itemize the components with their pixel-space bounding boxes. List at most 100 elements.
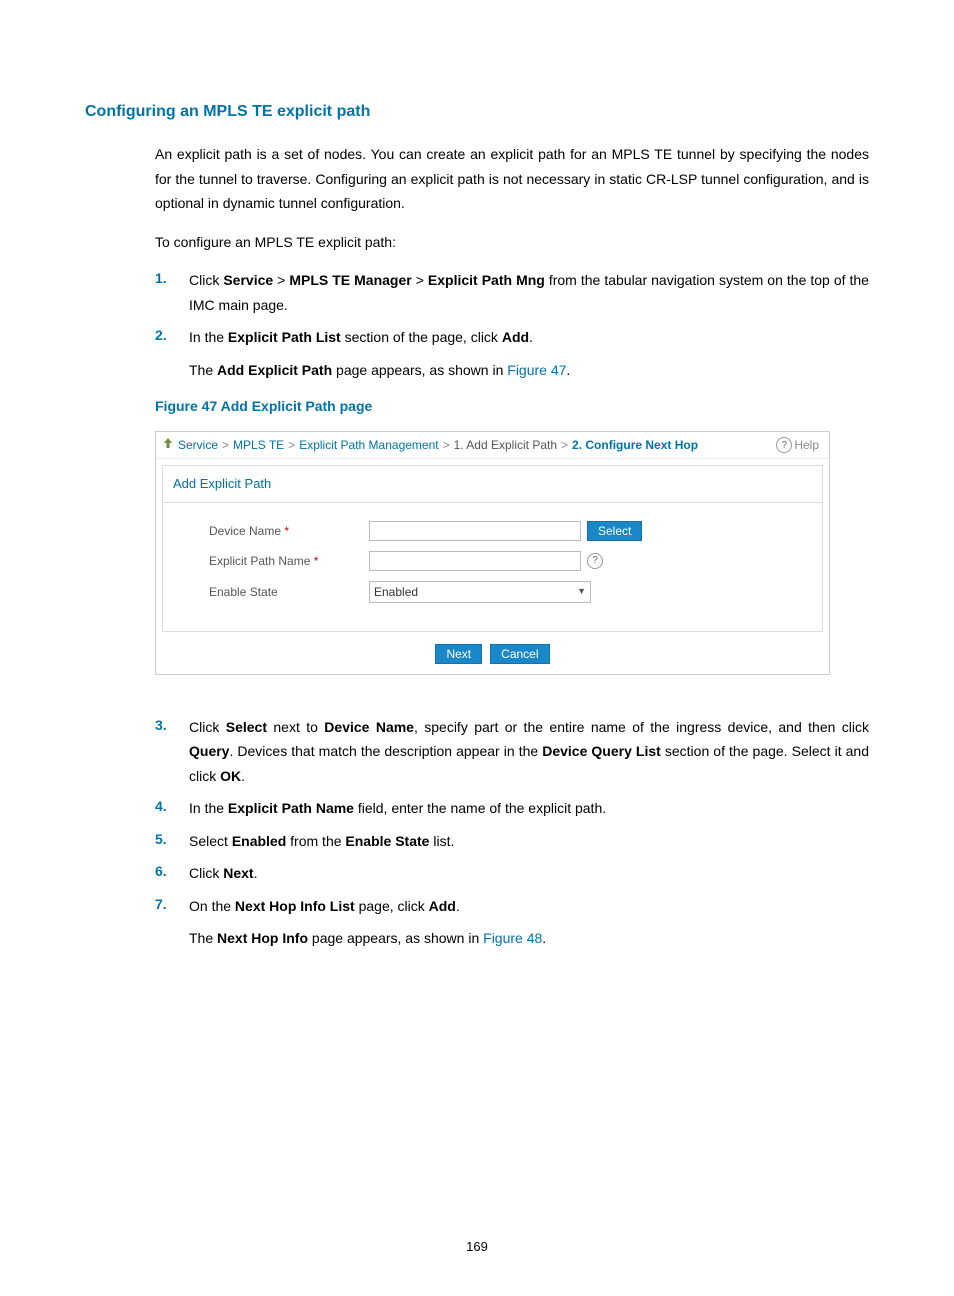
text: page appears, as shown in bbox=[308, 930, 483, 946]
text: . bbox=[254, 865, 258, 881]
step-3: 3. Click Select next to Device Name, spe… bbox=[155, 715, 869, 789]
bc-mpls[interactable]: MPLS TE bbox=[233, 436, 284, 454]
step-number: 1. bbox=[155, 268, 189, 317]
device-name-input[interactable] bbox=[369, 521, 581, 541]
step-number: 7. bbox=[155, 894, 189, 919]
chevron-down-icon: ▼ bbox=[577, 585, 586, 599]
bold: Enable State bbox=[345, 833, 429, 849]
bold: Service bbox=[223, 272, 273, 288]
text: page appears, as shown in bbox=[332, 362, 507, 378]
label-text: Device Name bbox=[209, 524, 281, 538]
bc-step2: 2. Configure Next Hop bbox=[572, 436, 698, 454]
step-text: Click Next. bbox=[189, 861, 869, 886]
text: Click bbox=[189, 865, 223, 881]
bold: Add bbox=[429, 898, 456, 914]
bold: OK bbox=[220, 768, 241, 784]
step-text: On the Next Hop Info List page, click Ad… bbox=[189, 894, 869, 919]
bold: Device Name bbox=[324, 719, 414, 735]
text: section of the page, click bbox=[341, 329, 502, 345]
step-number: 5. bbox=[155, 829, 189, 854]
help-label: Help bbox=[794, 436, 819, 454]
section-heading: Configuring an MPLS TE explicit path bbox=[85, 100, 869, 124]
text: > bbox=[412, 272, 428, 288]
text: . bbox=[566, 362, 570, 378]
bold: Next Hop Info bbox=[217, 930, 308, 946]
label-enable-state: Enable State bbox=[173, 583, 369, 601]
help-link[interactable]: ? Help bbox=[776, 436, 819, 454]
select-value: Enabled bbox=[374, 583, 418, 601]
figure-caption: Figure 47 Add Explicit Path page bbox=[155, 396, 869, 417]
text: from the bbox=[286, 833, 345, 849]
step-text: Select Enabled from the Enable State lis… bbox=[189, 829, 869, 854]
bold: Enabled bbox=[232, 833, 286, 849]
figure-link[interactable]: Figure 48 bbox=[483, 930, 542, 946]
row-enable-state: Enable State Enabled ▼ bbox=[173, 581, 812, 603]
bc-epm[interactable]: Explicit Path Management bbox=[299, 436, 438, 454]
text: In the bbox=[189, 800, 228, 816]
help-icon: ? bbox=[776, 437, 792, 453]
label-path-name: Explicit Path Name * bbox=[173, 552, 369, 570]
bold: Select bbox=[226, 719, 267, 735]
bc-sep: > bbox=[561, 436, 568, 454]
step-number: 6. bbox=[155, 861, 189, 886]
button-row: Next Cancel bbox=[162, 632, 823, 668]
required-mark: * bbox=[314, 554, 319, 568]
lead-sentence: To configure an MPLS TE explicit path: bbox=[155, 230, 869, 255]
text: . bbox=[529, 329, 533, 345]
row-device-name: Device Name * Select bbox=[173, 521, 812, 541]
row-path-name: Explicit Path Name * ? bbox=[173, 551, 812, 571]
text: The bbox=[189, 362, 217, 378]
bold: Query bbox=[189, 743, 229, 759]
text: On the bbox=[189, 898, 235, 914]
step-text: In the Explicit Path List section of the… bbox=[189, 325, 869, 350]
step-number: 3. bbox=[155, 715, 189, 789]
step-text: Click Select next to Device Name, specif… bbox=[189, 715, 869, 789]
bold: Next Hop Info List bbox=[235, 898, 355, 914]
step-number: 2. bbox=[155, 325, 189, 350]
text: The bbox=[189, 930, 217, 946]
bc-service[interactable]: Service bbox=[178, 436, 218, 454]
bc-step1: 1. Add Explicit Path bbox=[454, 436, 557, 454]
text: , specify part or the entire name of the… bbox=[414, 719, 869, 735]
ordered-list: 1. Click Service > MPLS TE Manager > Exp… bbox=[155, 268, 869, 350]
select-button[interactable]: Select bbox=[587, 521, 642, 541]
bold: Explicit Path List bbox=[228, 329, 341, 345]
text: . Devices that match the description app… bbox=[229, 743, 542, 759]
step-4: 4. In the Explicit Path Name field, ente… bbox=[155, 796, 869, 821]
breadcrumb-row: Service > MPLS TE > Explicit Path Manage… bbox=[156, 432, 829, 459]
step-1: 1. Click Service > MPLS TE Manager > Exp… bbox=[155, 268, 869, 317]
figure-link[interactable]: Figure 47 bbox=[507, 362, 566, 378]
label-device-name: Device Name * bbox=[173, 522, 369, 540]
page-number: 169 bbox=[0, 1237, 954, 1257]
path-name-input[interactable] bbox=[369, 551, 581, 571]
next-button[interactable]: Next bbox=[435, 644, 482, 664]
bold: Explicit Path Mng bbox=[428, 272, 545, 288]
step-6: 6. Click Next. bbox=[155, 861, 869, 886]
bold: Explicit Path Name bbox=[228, 800, 354, 816]
text: Click bbox=[189, 719, 226, 735]
enable-state-select[interactable]: Enabled ▼ bbox=[369, 581, 591, 603]
bold: MPLS TE Manager bbox=[289, 272, 411, 288]
text: page, click bbox=[355, 898, 429, 914]
step-7: 7. On the Next Hop Info List page, click… bbox=[155, 894, 869, 919]
label-text: Explicit Path Name bbox=[209, 554, 310, 568]
text: . bbox=[456, 898, 460, 914]
required-mark: * bbox=[284, 524, 289, 538]
bc-sep: > bbox=[288, 436, 295, 454]
breadcrumb: Service > MPLS TE > Explicit Path Manage… bbox=[162, 436, 698, 454]
step-text: Click Service > MPLS TE Manager > Explic… bbox=[189, 268, 869, 317]
text: Click bbox=[189, 272, 223, 288]
bc-sep: > bbox=[222, 436, 229, 454]
step-7-sub: The Next Hop Info page appears, as shown… bbox=[189, 926, 869, 951]
text: field, enter the name of the explicit pa… bbox=[354, 800, 606, 816]
text: . bbox=[241, 768, 245, 784]
hint-icon[interactable]: ? bbox=[587, 553, 603, 569]
step-2: 2. In the Explicit Path List section of … bbox=[155, 325, 869, 350]
intro-paragraph: An explicit path is a set of nodes. You … bbox=[155, 142, 869, 216]
cancel-button[interactable]: Cancel bbox=[490, 644, 549, 664]
text: In the bbox=[189, 329, 228, 345]
panel-title: Add Explicit Path bbox=[162, 465, 823, 502]
bold: Device Query List bbox=[542, 743, 661, 759]
bc-sep: > bbox=[443, 436, 450, 454]
bold: Add Explicit Path bbox=[217, 362, 332, 378]
